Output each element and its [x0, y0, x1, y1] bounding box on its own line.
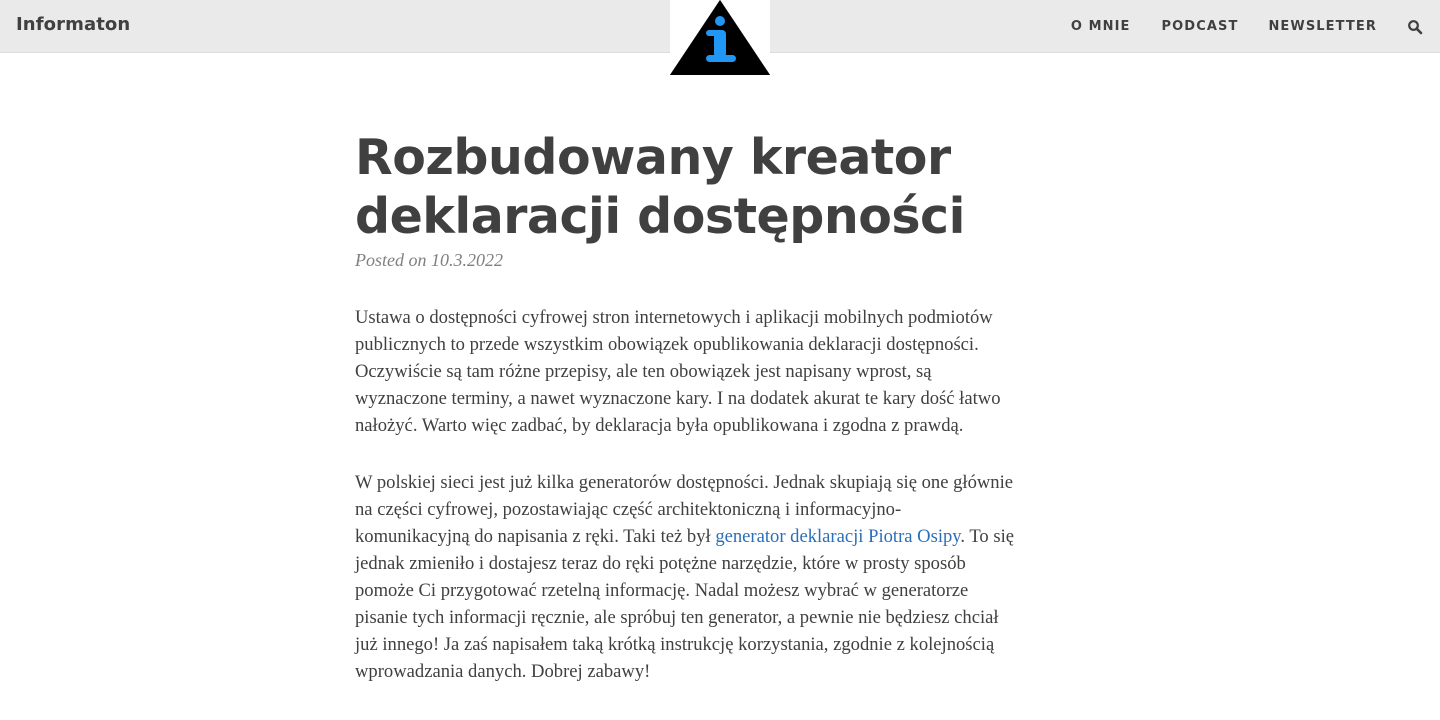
nav-link-podcast[interactable]: PODCAST [1162, 19, 1239, 34]
generator-link[interactable]: generator deklaracji Piotra Osipy [715, 526, 960, 547]
post-title: Rozbudowany kreator deklaracji dostępnoś… [355, 129, 965, 245]
nav-link-newsletter[interactable]: NEWSLETTER [1268, 19, 1377, 34]
info-triangle-logo-icon [670, 0, 770, 75]
text-after-link: . To się [960, 526, 1015, 547]
paragraph-line: pomoże Ci przygotować rzetelną informacj… [355, 580, 969, 601]
paragraph-1: Ustawa o dostępności cyfrowej stron inte… [355, 304, 1095, 439]
paragraph-line: już innego! Ja zaś napisałem taką krótką… [355, 634, 995, 655]
search-icon[interactable] [1407, 19, 1423, 35]
paragraph-line-with-link: komunikacyjną do napisania z ręki. Taki … [355, 523, 1095, 550]
text-before-link: komunikacyjną do napisania z ręki. Taki … [355, 526, 716, 547]
paragraph-line: pisanie tych informacji ręcznie, ale spr… [355, 607, 999, 628]
paragraph-line: W polskiej sieci jest już kilka generato… [355, 472, 1014, 493]
post-body: Ustawa o dostępności cyfrowej stron inte… [355, 304, 1095, 715]
paragraph-line: wprowadzania danych. Dobrej zabawy! [355, 661, 651, 682]
nav-links: O MNIE PODCAST NEWSLETTER [1071, 0, 1440, 53]
site-logo-link[interactable] [670, 0, 770, 75]
post-meta: Posted on 10.3.2022 [355, 250, 503, 270]
paragraph-line: na części cyfrowej, pozostawiając część … [355, 499, 902, 520]
site-brand-link[interactable]: Informaton [16, 14, 130, 35]
paragraph-line: wyznaczone terminy, a nawet wyznaczone k… [355, 388, 1001, 409]
paragraph-line: publicznych to przede wszystkim obowiąze… [355, 334, 979, 355]
paragraph-line: nałożyć. Warto więc zadbać, by deklaracj… [355, 415, 964, 436]
nav-link-o-mnie[interactable]: O MNIE [1071, 19, 1131, 34]
paragraph-2: W polskiej sieci jest już kilka generato… [355, 469, 1095, 685]
paragraph-line: jednak zmieniło i dostajesz teraz do ręk… [355, 553, 966, 574]
paragraph-line: Ustawa o dostępności cyfrowej stron inte… [355, 307, 993, 328]
paragraph-line: Oczywiście są tam różne przepisy, ale te… [355, 361, 932, 382]
